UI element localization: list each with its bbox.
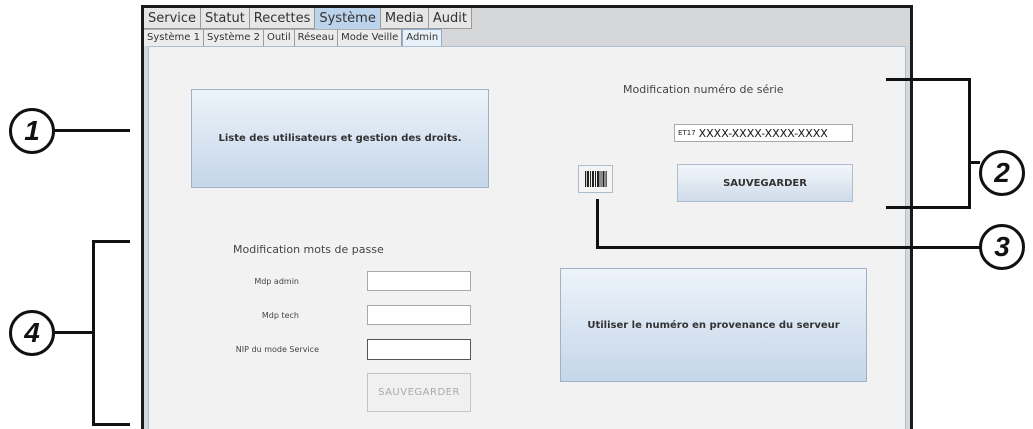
serial-prefix: ET17: [678, 129, 696, 137]
callout-2-bracket-bottom: [886, 206, 971, 209]
subtab-mode-veille[interactable]: Mode Veille: [338, 29, 403, 46]
subtab-reseau[interactable]: Réseau: [294, 29, 339, 46]
service-pin-input[interactable]: [367, 339, 471, 360]
main-tab-bar: Service Statut Recettes Système Media Au…: [144, 8, 472, 29]
passwords-title: Modification mots de passe: [233, 243, 384, 256]
app-window: Service Statut Recettes Système Media Au…: [141, 5, 913, 429]
subtab-outil[interactable]: Outil: [263, 29, 295, 46]
tech-password-input[interactable]: [367, 305, 471, 325]
tab-statut[interactable]: Statut: [201, 8, 250, 29]
passwords-save-button[interactable]: SAUVEGARDER: [367, 373, 471, 412]
callout-3-leader-vertical: [596, 199, 599, 249]
use-server-number-label: Utiliser le numéro en provenance du serv…: [587, 319, 840, 331]
callout-1: 1: [9, 108, 55, 154]
serial-save-button[interactable]: SAUVEGARDER: [677, 164, 853, 202]
users-rights-button[interactable]: Liste des utilisateurs et gestion des dr…: [191, 89, 489, 188]
users-rights-label: Liste des utilisateurs et gestion des dr…: [218, 133, 462, 144]
callout-4-bracket-bottom: [92, 423, 130, 426]
callout-2-bracket-top: [886, 78, 971, 81]
callout-3: 3: [979, 224, 1025, 270]
serial-value: XXXX-XXXX-XXXX-XXXX: [698, 126, 828, 140]
tab-systeme[interactable]: Système: [315, 8, 381, 29]
tab-service[interactable]: Service: [144, 8, 202, 29]
tab-audit[interactable]: Audit: [428, 8, 472, 29]
subtab-systeme-2[interactable]: Système 2: [203, 29, 264, 46]
service-pin-label: NIP du mode Service: [235, 345, 319, 354]
callout-2-leader: [968, 161, 980, 164]
callout-3-leader-horizontal: [596, 246, 980, 249]
admin-password-label: Mdp admin: [254, 277, 299, 286]
callout-2-bracket-side: [968, 78, 971, 209]
tab-recettes[interactable]: Recettes: [249, 8, 316, 29]
sub-tab-bar: Système 1 Système 2 Outil Réseau Mode Ve…: [144, 29, 443, 46]
serial-field[interactable]: ET17 XXXX-XXXX-XXXX-XXXX: [674, 124, 853, 142]
barcode-scan-button[interactable]: [578, 165, 613, 193]
admin-password-input[interactable]: [367, 271, 471, 291]
callout-4-leader: [55, 331, 93, 334]
barcode-icon: [584, 171, 607, 187]
subtab-systeme-1[interactable]: Système 1: [144, 29, 204, 46]
callout-1-leader: [55, 129, 130, 132]
callout-4: 4: [9, 310, 55, 356]
tab-media[interactable]: Media: [380, 8, 429, 29]
serial-title: Modification numéro de série: [623, 83, 784, 96]
admin-panel: Liste des utilisateurs et gestion des dr…: [148, 46, 906, 429]
callout-4-bracket-top: [92, 240, 130, 243]
use-server-number-button[interactable]: Utiliser le numéro en provenance du serv…: [560, 268, 867, 382]
subtab-admin[interactable]: Admin: [402, 29, 443, 46]
tech-password-label: Mdp tech: [261, 311, 299, 320]
callout-2: 2: [979, 150, 1025, 196]
